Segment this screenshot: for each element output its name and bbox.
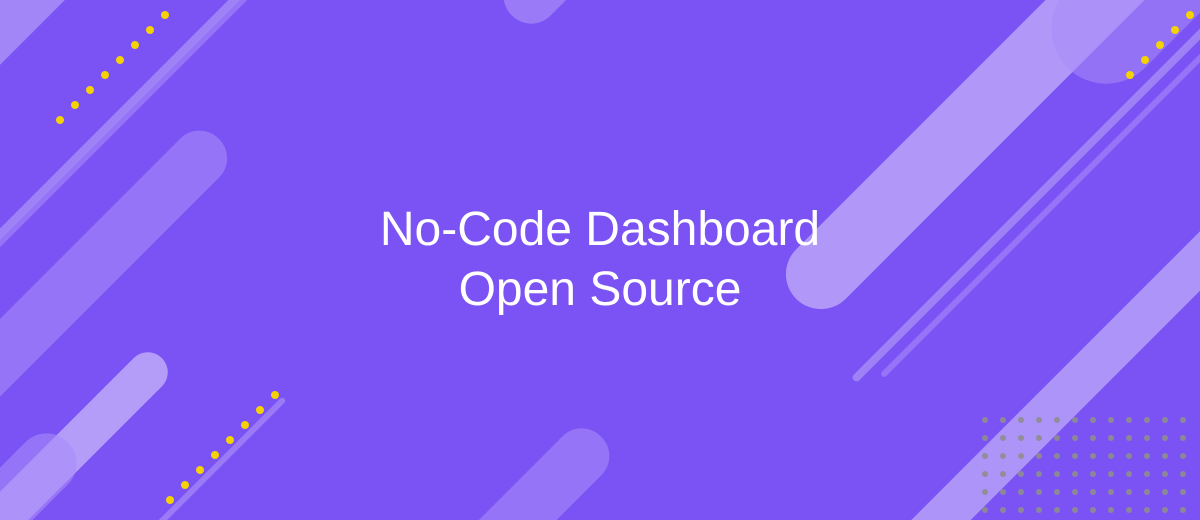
hero-title: No-Code Dashboard Open Source <box>380 200 820 320</box>
